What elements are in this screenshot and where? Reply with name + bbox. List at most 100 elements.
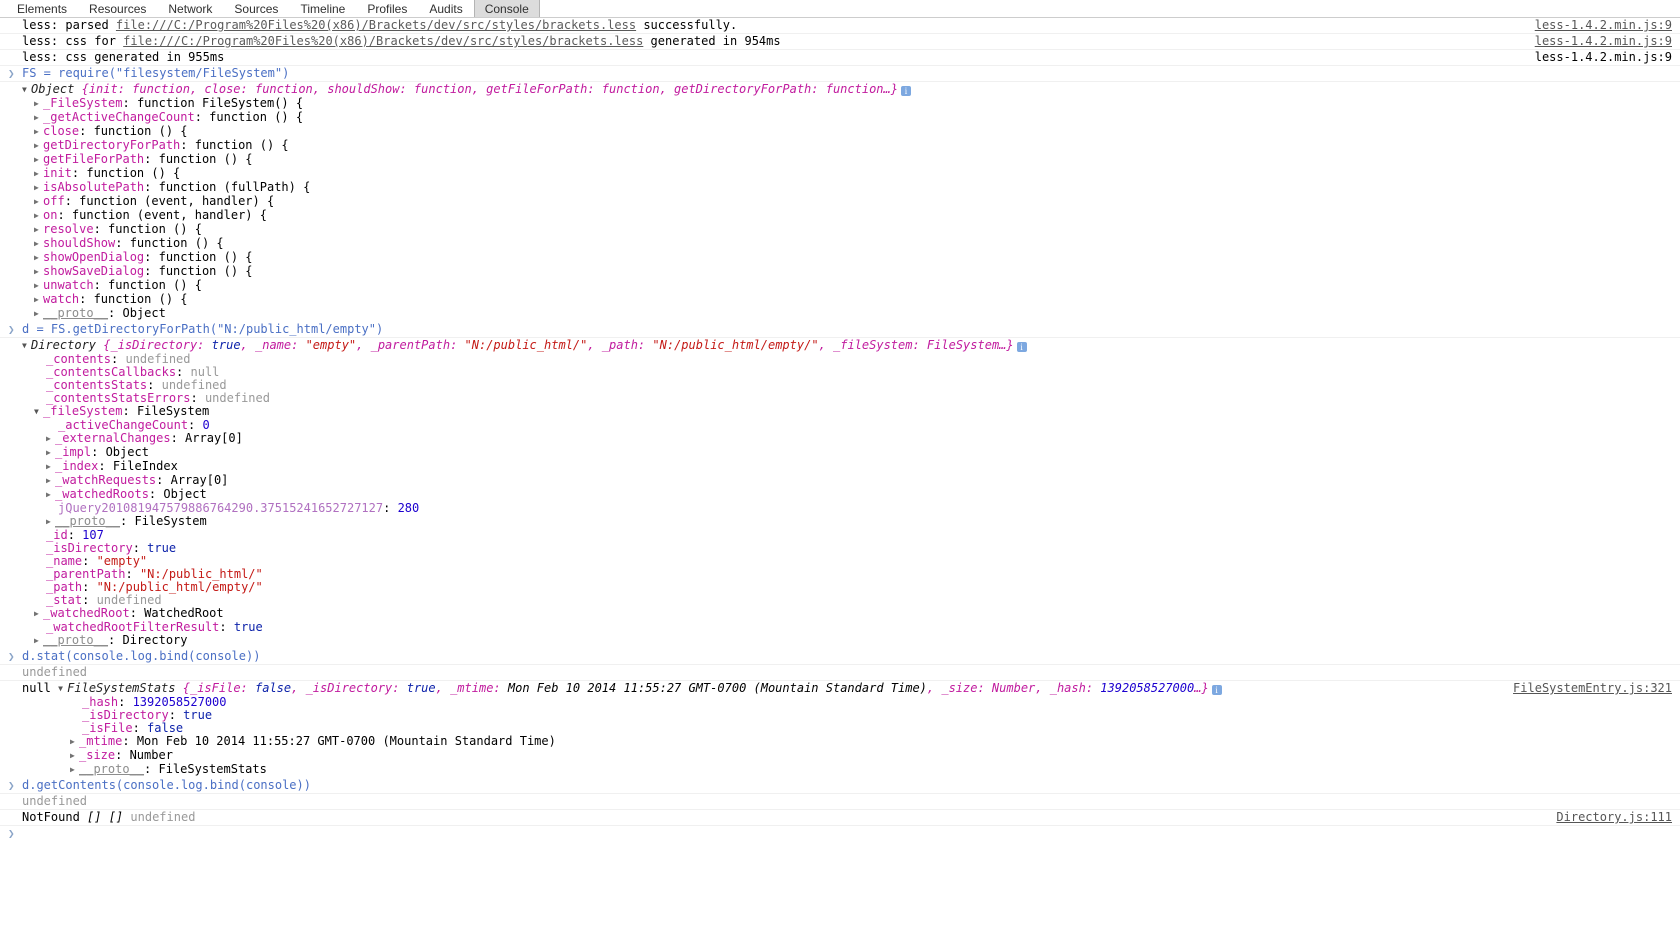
triangle-closed-icon[interactable]: ▶: [34, 125, 43, 138]
object-property-row[interactable]: _contentsStatsErrors: undefined: [0, 392, 1680, 405]
object-property-row[interactable]: ▶ resolve: function () {: [0, 223, 1680, 237]
triangle-closed-icon[interactable]: ▶: [46, 460, 55, 473]
triangle-closed-icon[interactable]: ▶: [46, 474, 55, 487]
console-input-command[interactable]: ❯ d = FS.getDirectoryForPath("N:/public_…: [0, 322, 1680, 338]
triangle-closed-icon[interactable]: ▶: [70, 763, 79, 776]
triangle-open-icon[interactable]: ▼: [22, 83, 31, 96]
source-location-link[interactable]: less-1.4.2.min.js:9: [1535, 35, 1672, 48]
triangle-closed-icon[interactable]: ▶: [34, 251, 43, 264]
triangle-closed-icon[interactable]: ▶: [46, 432, 55, 445]
log-file-url[interactable]: file:///C:/Program%20Files%20(x86)/Brack…: [116, 18, 636, 32]
object-property-row[interactable]: ▶ __proto__: FileSystem: [0, 515, 1680, 529]
object-property-row[interactable]: ▶ _mtime: Mon Feb 10 2014 11:55:27 GMT-07…: [0, 735, 1680, 749]
console-object-result[interactable]: null ▼ FileSystemStats {_isFile: false, _…: [0, 681, 1680, 778]
object-property-row[interactable]: _watchedRootFilterResult: true: [0, 621, 1680, 634]
info-icon[interactable]: i: [1211, 685, 1222, 695]
triangle-closed-icon[interactable]: ▶: [46, 488, 55, 501]
object-property-row[interactable]: ▶ _impl: Object: [0, 446, 1680, 460]
source-location-link[interactable]: FileSystemEntry.js:321: [1513, 682, 1672, 695]
object-property-row[interactable]: _contents: undefined: [0, 353, 1680, 366]
object-property-row[interactable]: ▶ showSaveDialog: function () {: [0, 265, 1680, 279]
tab-elements[interactable]: Elements: [6, 0, 78, 17]
console-input-field[interactable]: [0, 827, 1680, 840]
object-property-row[interactable]: ▶ off: function (event, handler) {: [0, 195, 1680, 209]
console-object-result[interactable]: ▼ Object {init: function, close: function…: [0, 82, 1680, 322]
tab-timeline[interactable]: Timeline: [289, 0, 356, 17]
object-property-row[interactable]: ▶ getFileForPath: function () {: [0, 153, 1680, 167]
object-property-row[interactable]: ▶ _getActiveChangeCount: function () {: [0, 111, 1680, 125]
object-property-row[interactable]: _contentsCallbacks: null: [0, 366, 1680, 379]
object-property-row[interactable]: ▶ unwatch: function () {: [0, 279, 1680, 293]
object-property-row[interactable]: ▶ shouldShow: function () {: [0, 237, 1680, 251]
object-property-row[interactable]: ▶ _FileSystem: function FileSystem() {: [0, 97, 1680, 111]
object-property-row[interactable]: ▶ getDirectoryForPath: function () {: [0, 139, 1680, 153]
info-icon[interactable]: i: [1016, 342, 1027, 352]
object-property-row[interactable]: _hash: 1392058527000: [0, 696, 1680, 709]
triangle-closed-icon[interactable]: ▶: [34, 167, 43, 180]
triangle-closed-icon[interactable]: ▶: [70, 735, 79, 748]
console-object-result[interactable]: ▼ Directory {_isDirectory: true, _name: "…: [0, 338, 1680, 649]
object-property-row[interactable]: ▶ _watchRequests: Array[0]: [0, 474, 1680, 488]
object-property-row[interactable]: ▶ showOpenDialog: function () {: [0, 251, 1680, 265]
tab-resources[interactable]: Resources: [78, 0, 157, 17]
object-property-row[interactable]: _path: "N:/public_html/empty/": [0, 581, 1680, 594]
object-property-row[interactable]: ▶ __proto__: Object: [0, 307, 1680, 321]
triangle-closed-icon[interactable]: ▶: [34, 111, 43, 124]
console-message-list[interactable]: less: parsed file:///C:/Program%20Files%…: [0, 18, 1680, 942]
tab-console[interactable]: Console: [473, 0, 540, 17]
console-prompt-line[interactable]: ❯: [0, 826, 1680, 841]
triangle-closed-icon[interactable]: ▶: [34, 223, 43, 236]
info-icon[interactable]: i: [900, 86, 911, 96]
object-property-row[interactable]: ▶ __proto__: FileSystemStats: [0, 763, 1680, 777]
triangle-closed-icon[interactable]: ▶: [34, 279, 43, 292]
object-property-row[interactable]: ▼ _fileSystem: FileSystem: [0, 405, 1680, 419]
triangle-closed-icon[interactable]: ▶: [34, 293, 43, 306]
object-property-row[interactable]: ▶ _index: FileIndex: [0, 460, 1680, 474]
object-property-row[interactable]: _isDirectory: true: [0, 709, 1680, 722]
triangle-closed-icon[interactable]: ▶: [34, 209, 43, 222]
triangle-closed-icon[interactable]: ▶: [34, 265, 43, 278]
tab-profiles[interactable]: Profiles: [356, 0, 418, 17]
triangle-closed-icon[interactable]: ▶: [46, 515, 55, 528]
log-file-url[interactable]: file:///C:/Program%20Files%20(x86)/Brack…: [123, 34, 643, 48]
triangle-open-icon[interactable]: ▼: [58, 682, 67, 695]
triangle-closed-icon[interactable]: ▶: [34, 97, 43, 110]
triangle-closed-icon[interactable]: ▶: [70, 749, 79, 762]
object-property-row[interactable]: ▶ __proto__: Directory: [0, 634, 1680, 648]
object-property-row[interactable]: ▶ isAbsolutePath: function (fullPath) {: [0, 181, 1680, 195]
object-preview-row[interactable]: null ▼ FileSystemStats {_isFile: false, _…: [0, 682, 1680, 696]
tab-sources[interactable]: Sources: [223, 0, 289, 17]
console-input-command[interactable]: ❯ FS = require("filesystem/FileSystem"): [0, 66, 1680, 82]
triangle-closed-icon[interactable]: ▶: [34, 307, 43, 320]
object-property-row[interactable]: _isDirectory: true: [0, 542, 1680, 555]
console-input-command[interactable]: ❯ d.getContents(console.log.bind(console…: [0, 778, 1680, 794]
source-location-link[interactable]: less-1.4.2.min.js:9: [1535, 51, 1672, 64]
object-property-row[interactable]: ▶ close: function () {: [0, 125, 1680, 139]
triangle-closed-icon[interactable]: ▶: [34, 237, 43, 250]
object-property-row[interactable]: ▶ on: function (event, handler) {: [0, 209, 1680, 223]
object-property-row[interactable]: ▶ init: function () {: [0, 167, 1680, 181]
triangle-closed-icon[interactable]: ▶: [34, 139, 43, 152]
object-property-row[interactable]: _id: 107: [0, 529, 1680, 542]
object-property-row[interactable]: _activeChangeCount: 0: [0, 419, 1680, 432]
triangle-closed-icon[interactable]: ▶: [34, 153, 43, 166]
triangle-closed-icon[interactable]: ▶: [46, 446, 55, 459]
triangle-closed-icon[interactable]: ▶: [34, 195, 43, 208]
tab-network[interactable]: Network: [157, 0, 223, 17]
object-property-row[interactable]: ▶ _size: Number: [0, 749, 1680, 763]
triangle-open-icon[interactable]: ▼: [22, 339, 31, 352]
object-preview-row[interactable]: ▼ Directory {_isDirectory: true, _name: "…: [0, 339, 1680, 353]
triangle-closed-icon[interactable]: ▶: [34, 181, 43, 194]
tab-audits[interactable]: Audits: [418, 0, 473, 17]
object-property-row[interactable]: ▶ _watchedRoot: WatchedRoot: [0, 607, 1680, 621]
object-property-row[interactable]: _stat: undefined: [0, 594, 1680, 607]
triangle-open-icon[interactable]: ▼: [34, 405, 43, 418]
triangle-closed-icon[interactable]: ▶: [34, 634, 43, 647]
object-property-row[interactable]: ▶ _externalChanges: Array[0]: [0, 432, 1680, 446]
source-location-link[interactable]: Directory.js:111: [1556, 811, 1672, 824]
object-property-row[interactable]: ▶ watch: function () {: [0, 293, 1680, 307]
triangle-closed-icon[interactable]: ▶: [34, 607, 43, 620]
console-input-command[interactable]: ❯ d.stat(console.log.bind(console)): [0, 649, 1680, 665]
object-property-row[interactable]: ▶ _watchedRoots: Object: [0, 488, 1680, 502]
object-property-row[interactable]: jQuery201081947579886764290.375152416527…: [0, 502, 1680, 515]
